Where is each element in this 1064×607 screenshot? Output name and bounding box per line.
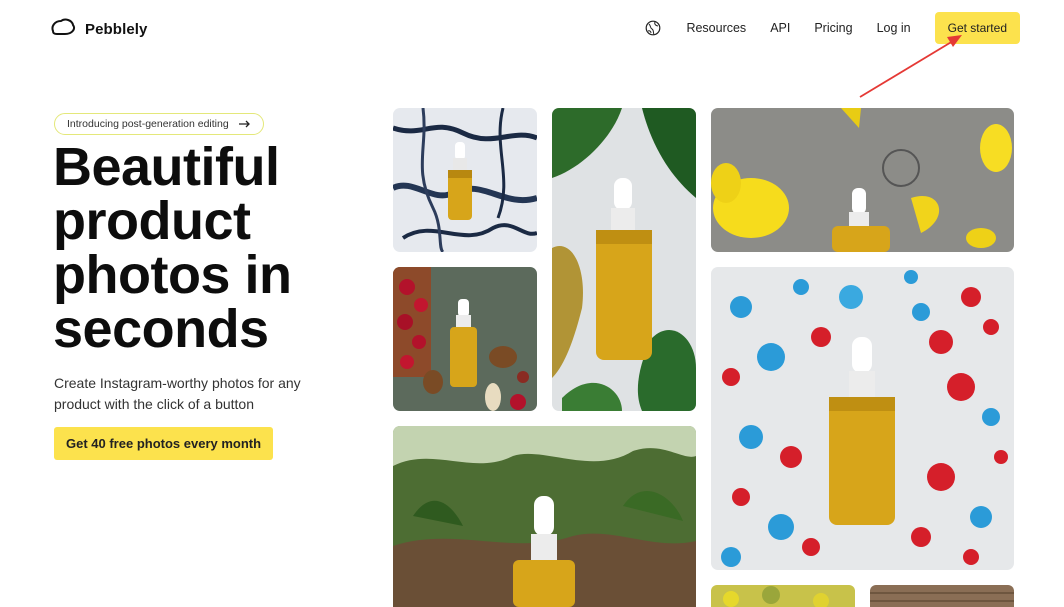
headline-line: seconds: [53, 299, 269, 359]
yellow-flowers-serum-photo: [711, 108, 1014, 252]
hero-subtext: Create Instagram-worthy photos for any p…: [54, 375, 301, 412]
forest-floor-serum-photo: [393, 426, 696, 607]
nav-login-link[interactable]: Log in: [877, 21, 911, 35]
brand-name: Pebblely: [85, 21, 148, 38]
flowers-bottom-photo: [711, 585, 855, 607]
nuts-berries-serum-photo: [393, 267, 537, 411]
logo[interactable]: Pebblely: [50, 17, 148, 42]
free-photos-button[interactable]: Get 40 free photos every month: [54, 427, 274, 460]
get-started-button[interactable]: Get started: [934, 12, 1020, 44]
nav-api-link[interactable]: API: [770, 21, 790, 35]
headline-line: product: [53, 191, 251, 251]
announcement-pill[interactable]: Introducing post-generation editing: [54, 113, 264, 135]
pebble-logo-icon: [50, 17, 76, 42]
announcement-text: Introducing post-generation editing: [67, 118, 229, 130]
tropical-leaves-serum-photo: [552, 108, 696, 411]
paint-splatter-serum-photo: [711, 267, 1014, 570]
hero-headline: Beautiful product photos in seconds: [53, 140, 373, 356]
nav-pricing-link[interactable]: Pricing: [814, 21, 852, 35]
headline-line: photos in: [53, 245, 292, 305]
marble-serum-photo: [393, 108, 537, 252]
nav-resources-link[interactable]: Resources: [686, 21, 746, 35]
top-navigation: Pebblely Resources API Pricing Log in Ge…: [0, 0, 1064, 56]
wood-bottom-photo: [870, 585, 1014, 607]
headline-line: Beautiful: [53, 137, 280, 197]
arrow-right-icon: [238, 117, 251, 131]
globe-icon[interactable]: [645, 19, 663, 37]
